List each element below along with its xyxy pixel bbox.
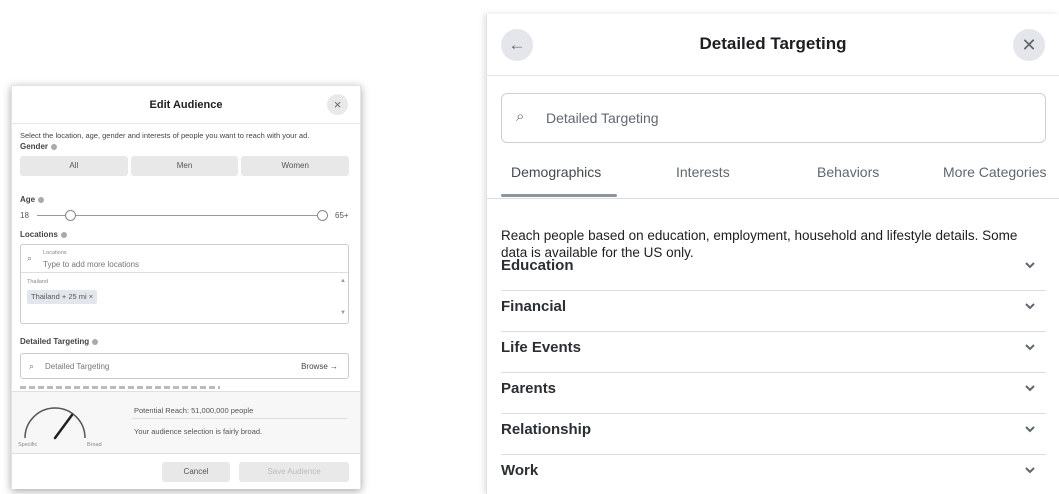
gender-selector: All Men Women: [20, 156, 350, 176]
locations-label: Locations: [20, 230, 67, 239]
chevron-down-icon: [1025, 467, 1035, 474]
dialog-description: Select the location, age, gender and int…: [20, 131, 310, 140]
gauge-broad-label: Broad: [87, 442, 102, 448]
search-input[interactable]: [546, 95, 1026, 141]
category-row-relationship[interactable]: Relationship: [501, 414, 1046, 455]
detailed-targeting-field[interactable]: ⌕ Detailed Targeting Browse →: [20, 353, 349, 379]
category-row-parents[interactable]: Parents: [501, 373, 1046, 414]
tab-more-categories[interactable]: More Categories: [943, 164, 1047, 180]
category-label: Education: [501, 257, 574, 274]
age-min-value: 18: [20, 211, 29, 220]
category-label: Parents: [501, 380, 557, 397]
category-row-life-events[interactable]: Life Events: [501, 332, 1046, 373]
category-row-education[interactable]: Education: [501, 250, 1046, 291]
locations-box: ⌕ Locations Type to add more locations T…: [20, 244, 349, 324]
cancel-button[interactable]: Cancel: [162, 462, 230, 482]
location-tag: Thailand + 25 mi ×: [27, 290, 98, 304]
detailed-targeting-search[interactable]: ⌕: [501, 93, 1046, 143]
chevron-down-icon: [1025, 426, 1035, 433]
reach-note: Your audience selection is fairly broad.: [134, 427, 263, 436]
age-max-handle[interactable]: [317, 210, 328, 221]
gauge-specific-label: Specific: [18, 442, 38, 448]
divider: [487, 198, 1059, 199]
divider: [132, 418, 347, 419]
search-icon: ⌕: [29, 361, 35, 371]
category-label: Life Events: [501, 339, 582, 356]
browse-button[interactable]: Browse →: [301, 362, 338, 371]
detailed-targeting-panel: ← Detailed Targeting ✕ ⌕ Demographics In…: [486, 14, 1059, 494]
locations-field-label: Locations: [43, 250, 67, 256]
category-tabs: Demographics Interests Behaviors More Ca…: [487, 154, 1059, 198]
locations-search[interactable]: ⌕ Locations Type to add more locations: [21, 245, 348, 273]
scroll-down-icon[interactable]: ▼: [340, 310, 346, 316]
info-icon[interactable]: [38, 196, 45, 203]
active-tab-indicator: [501, 194, 617, 197]
gender-men-button[interactable]: Men: [130, 156, 239, 176]
locations-input[interactable]: Type to add more locations: [43, 260, 139, 269]
tab-behaviors[interactable]: Behaviors: [817, 164, 879, 180]
gender-label: Gender: [20, 142, 58, 151]
scroll-up-icon[interactable]: ▲: [340, 278, 346, 284]
remove-tag-icon[interactable]: ×: [89, 292, 93, 301]
search-icon: ⌕: [27, 253, 33, 263]
category-row-financial[interactable]: Financial: [501, 291, 1046, 332]
save-audience-button[interactable]: Save Audience: [239, 462, 349, 482]
dialog-footer: Cancel Save Audience: [12, 453, 360, 489]
category-list: Education Financial Life Events Parents …: [501, 250, 1046, 494]
audience-gauge-icon: [24, 407, 86, 440]
clipped-text: [12, 384, 360, 390]
scrollbar[interactable]: ▲ ▼: [338, 274, 348, 322]
age-slider-track[interactable]: [37, 215, 324, 216]
dialog-title: Edit Audience: [149, 99, 223, 111]
category-label: Relationship: [501, 421, 592, 438]
close-icon[interactable]: ✕: [1013, 29, 1045, 61]
info-icon[interactable]: [51, 143, 58, 150]
search-icon: ⌕: [516, 108, 525, 125]
location-country-label: Thailand: [27, 279, 49, 285]
dialog-header: Edit Audience ×: [12, 86, 360, 124]
category-row-work[interactable]: Work: [501, 455, 1046, 494]
tab-interests[interactable]: Interests: [676, 164, 730, 180]
potential-reach: Potential Reach: 51,000,000 people: [134, 406, 254, 415]
detailed-targeting-input[interactable]: Detailed Targeting: [45, 362, 109, 371]
audience-reach-section: Specific Broad Potential Reach: 51,000,0…: [12, 391, 360, 453]
gender-all-button[interactable]: All: [20, 156, 128, 176]
edit-audience-dialog: Edit Audience × Select the location, age…: [11, 85, 361, 489]
age-min-handle[interactable]: [65, 210, 76, 221]
age-label: Age: [20, 195, 45, 204]
detailed-targeting-label: Detailed Targeting: [20, 337, 99, 346]
panel-title: Detailed Targeting: [699, 34, 847, 53]
age-max-value: 65+: [335, 211, 349, 220]
category-label: Work: [501, 462, 539, 479]
panel-header: ← Detailed Targeting ✕: [487, 14, 1059, 76]
info-icon[interactable]: [92, 338, 99, 345]
tab-demographics[interactable]: Demographics: [511, 164, 601, 180]
chevron-down-icon: [1025, 385, 1035, 392]
info-icon[interactable]: [60, 231, 67, 238]
close-icon[interactable]: ×: [327, 94, 348, 115]
gender-women-button[interactable]: Women: [241, 156, 350, 176]
chevron-down-icon: [1025, 344, 1035, 351]
category-label: Financial: [501, 298, 567, 315]
chevron-down-icon: [1025, 303, 1035, 310]
chevron-down-icon: [1025, 262, 1035, 269]
